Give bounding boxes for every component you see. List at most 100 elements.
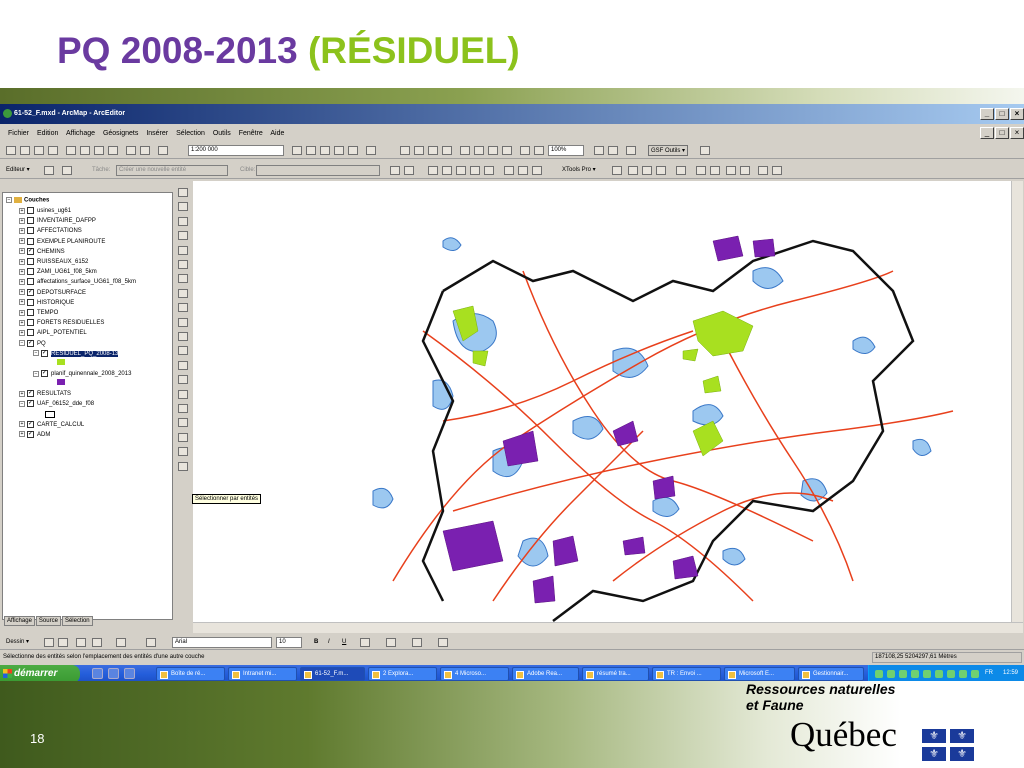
- taskbar-task-button[interactable]: Intranet mi...: [228, 667, 297, 681]
- delete-icon[interactable]: [108, 146, 118, 155]
- rotate-tool-icon[interactable]: [404, 166, 414, 175]
- layer-visibility-checkbox[interactable]: ✓: [27, 288, 34, 296]
- time-slider-icon[interactable]: [178, 461, 188, 471]
- menu-selection[interactable]: Sélection: [176, 130, 205, 137]
- fixed-zoom-in-icon[interactable]: [178, 216, 188, 226]
- go-to-xy-icon[interactable]: [178, 389, 188, 399]
- toc-layer-item[interactable]: + ✓ ADM: [19, 430, 50, 440]
- rotate-icon[interactable]: [58, 638, 68, 647]
- expand-toggle[interactable]: +: [19, 431, 25, 438]
- expand-toggle[interactable]: +: [19, 289, 25, 296]
- zoom-whole-icon[interactable]: [76, 638, 86, 647]
- fixed-zoom-out-icon[interactable]: [178, 231, 188, 241]
- print-icon[interactable]: [48, 146, 58, 155]
- dessin-menu[interactable]: Dessin ▾: [4, 637, 32, 648]
- select-features-icon[interactable]: [178, 303, 188, 313]
- layer-visibility-checkbox[interactable]: [27, 309, 34, 316]
- font-color-icon[interactable]: [360, 638, 370, 647]
- toc-layer-item[interactable]: − ✓ planif_quinennale_2008_2013: [33, 370, 131, 379]
- command-line-icon[interactable]: [320, 146, 330, 155]
- tray-icon-4[interactable]: [911, 670, 919, 678]
- quicklaunch-excel-icon[interactable]: [108, 668, 119, 679]
- layer-visibility-checkbox[interactable]: ✓: [27, 420, 34, 428]
- layer-visibility-checkbox[interactable]: ✓: [27, 390, 34, 398]
- layer-visibility-checkbox[interactable]: ✓: [27, 400, 34, 408]
- map-horizontal-scrollbar[interactable]: [193, 622, 1023, 633]
- identify-icon[interactable]: [334, 146, 344, 155]
- layer-visibility-checkbox[interactable]: ✓: [27, 247, 34, 255]
- bold-button[interactable]: B: [314, 639, 318, 645]
- toggle-draft-icon[interactable]: [594, 146, 604, 155]
- menu-fenetre[interactable]: Fenêtre: [239, 130, 263, 137]
- topology-icon-8[interactable]: [532, 166, 542, 175]
- help-icon[interactable]: [366, 146, 376, 155]
- xtools-icon-6[interactable]: [696, 166, 706, 175]
- italic-button[interactable]: I: [328, 639, 330, 645]
- map-scale-field[interactable]: 1:200 000: [188, 145, 284, 156]
- toc-layer-item[interactable]: + ✓ RESULTATS: [19, 390, 71, 399]
- expand-toggle[interactable]: +: [19, 258, 25, 265]
- doc-minimize-button[interactable]: _: [980, 127, 994, 139]
- topology-icon-2[interactable]: [442, 166, 452, 175]
- expand-toggle[interactable]: +: [19, 227, 25, 234]
- xtools-icon-10[interactable]: [772, 166, 782, 175]
- task-dropdown[interactable]: Créer une nouvelle entité: [116, 165, 228, 176]
- layer-visibility-checkbox[interactable]: ✓: [27, 430, 34, 438]
- measure-icon[interactable]: [178, 404, 188, 413]
- toc-layer-item[interactable]: − ✓ PQ: [19, 339, 46, 349]
- layout-full-icon[interactable]: [442, 146, 452, 155]
- toc-layer-item[interactable]: + FORETS RESIDUELLES: [19, 319, 104, 328]
- page-whole-icon[interactable]: [534, 146, 544, 155]
- gsf-extra-icon[interactable]: [700, 146, 710, 155]
- xtools-icon-1[interactable]: [612, 166, 622, 175]
- taskbar-task-button[interactable]: TR : Envoi ...: [652, 667, 721, 681]
- layer-visibility-checkbox[interactable]: [27, 227, 34, 235]
- xtools-icon-3[interactable]: [642, 166, 652, 175]
- toc-root[interactable]: − Couches: [6, 197, 49, 206]
- topology-icon-6[interactable]: [504, 166, 514, 175]
- underline-button[interactable]: U: [342, 639, 346, 645]
- menu-geosignets[interactable]: Géosignets: [103, 130, 138, 137]
- map-vertical-scrollbar[interactable]: [1011, 181, 1023, 622]
- edit-tool-icon[interactable]: [44, 166, 54, 175]
- layer-visibility-checkbox[interactable]: [27, 217, 34, 225]
- expand-toggle[interactable]: +: [19, 248, 25, 255]
- taskbar-task-button[interactable]: 2 Explora...: [368, 667, 437, 681]
- zoom-in-icon[interactable]: [178, 188, 188, 197]
- quicklaunch-word-icon[interactable]: [124, 668, 135, 679]
- layer-visibility-checkbox[interactable]: [27, 329, 34, 337]
- xtools-icon-2[interactable]: [628, 166, 638, 175]
- arctoolbox-icon[interactable]: [306, 146, 316, 155]
- find-icon[interactable]: [178, 375, 188, 385]
- gsf-tools-menu[interactable]: GSF Outils ▾: [648, 145, 689, 156]
- xtools-icon-4[interactable]: [656, 166, 666, 175]
- expand-toggle[interactable]: +: [19, 390, 25, 397]
- tray-icon-6[interactable]: [935, 670, 943, 678]
- split-tool-icon[interactable]: [390, 166, 400, 175]
- layer-visibility-checkbox[interactable]: [27, 298, 34, 306]
- tray-icon-3[interactable]: [899, 670, 907, 678]
- layer-visibility-checkbox[interactable]: ✓: [27, 339, 34, 347]
- taskbar-task-button[interactable]: Adobe Rea...: [512, 667, 579, 681]
- taskbar-task-button[interactable]: 4 Microso...: [440, 667, 509, 681]
- toc-layer-item[interactable]: + usines_ug61: [19, 207, 71, 216]
- taskbar-task-button[interactable]: Boîte de ré...: [156, 667, 225, 681]
- taskbar-task-button[interactable]: Microsoft E...: [724, 667, 795, 681]
- layout-zoom-out-icon[interactable]: [414, 146, 424, 155]
- page-zoom-100-icon[interactable]: [520, 146, 530, 155]
- taskbar-task-button[interactable]: Gestionnair...: [798, 667, 864, 681]
- select-elements-icon[interactable]: [178, 346, 188, 356]
- marker-color-icon[interactable]: [438, 638, 448, 647]
- expand-toggle[interactable]: +: [19, 329, 25, 336]
- target-dropdown[interactable]: [256, 165, 380, 176]
- taskbar-task-button[interactable]: 61-52_F.m...: [300, 667, 365, 681]
- expand-toggle[interactable]: +: [19, 217, 25, 224]
- tab-affichage[interactable]: Affichage: [4, 616, 35, 626]
- expand-toggle[interactable]: −: [33, 350, 39, 357]
- focus-frame-icon[interactable]: [608, 146, 618, 155]
- xtools-pro-menu[interactable]: XTools Pro ▾: [560, 165, 598, 176]
- expand-toggle[interactable]: +: [19, 319, 25, 326]
- hyperlink-icon[interactable]: [178, 418, 188, 428]
- layer-visibility-checkbox[interactable]: ✓: [41, 370, 48, 377]
- language-indicator[interactable]: FR: [985, 670, 993, 676]
